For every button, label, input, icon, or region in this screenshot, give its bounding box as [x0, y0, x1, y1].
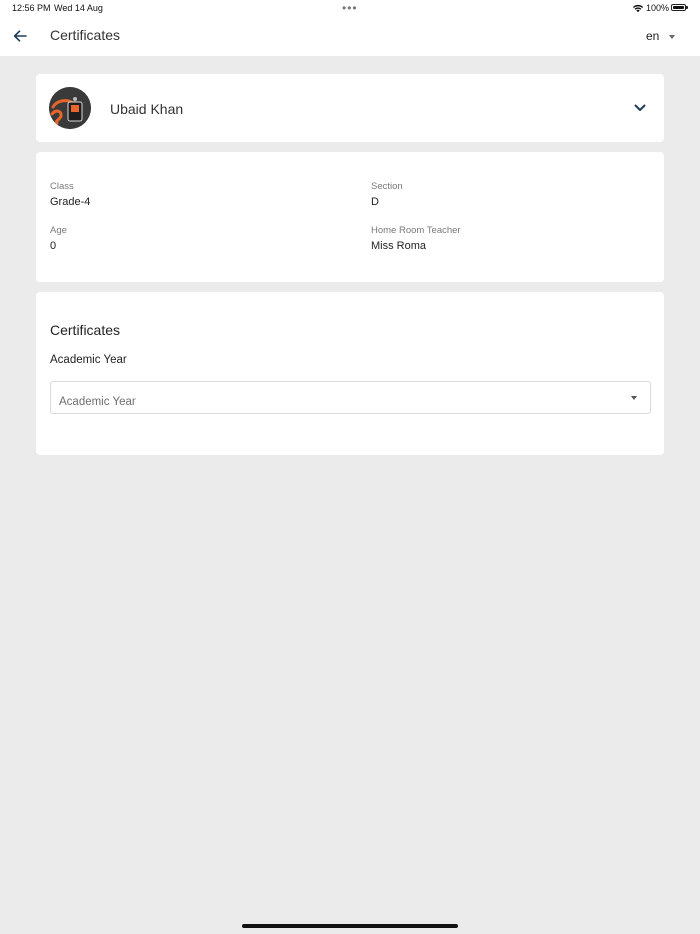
back-button[interactable]	[10, 26, 30, 46]
language-select[interactable]: en	[646, 29, 676, 43]
arrow-left-icon	[13, 30, 27, 42]
battery-icon	[671, 4, 688, 11]
academic-year-placeholder: Academic Year	[59, 396, 136, 408]
certificates-card: Certificates Academic Year Academic Year	[36, 292, 664, 455]
teacher-label: Home Room Teacher	[371, 225, 461, 236]
home-indicator[interactable]	[242, 924, 458, 928]
student-profile-card[interactable]: Ubaid Khan	[36, 74, 664, 142]
student-name: Ubaid Khan	[110, 101, 184, 117]
section-value: D	[371, 196, 379, 208]
battery-percent: 100%	[646, 3, 670, 13]
section-label: Section	[371, 181, 403, 192]
app-header: 12:56 PM Wed 14 Aug ••• 100% Certificate…	[0, 0, 700, 56]
age-label: Age	[50, 225, 67, 236]
caret-down-icon	[631, 396, 637, 400]
expand-profile-button[interactable]	[632, 101, 648, 115]
caret-down-icon	[669, 34, 676, 39]
student-avatar-image	[49, 87, 91, 129]
teacher-value: Miss Roma	[371, 240, 427, 252]
academic-year-select[interactable]: Academic Year	[50, 381, 651, 414]
status-time: 12:56 PM	[12, 3, 51, 13]
multitasking-dots-icon[interactable]: •••	[342, 1, 358, 15]
certificates-heading: Certificates	[50, 322, 121, 338]
class-label: Class	[50, 181, 74, 192]
language-value: en	[646, 29, 660, 43]
academic-year-label: Academic Year	[50, 354, 127, 366]
wifi-icon	[632, 4, 644, 13]
age-value: 0	[50, 240, 57, 252]
avatar	[49, 87, 91, 129]
page-title: Certificates	[50, 27, 121, 43]
status-date: Wed 14 Aug	[54, 3, 103, 13]
chevron-down-icon	[634, 104, 646, 111]
class-value: Grade-4	[50, 196, 91, 208]
student-info-card: Class Grade-4 Section D Age 0 Home Room …	[36, 152, 664, 282]
